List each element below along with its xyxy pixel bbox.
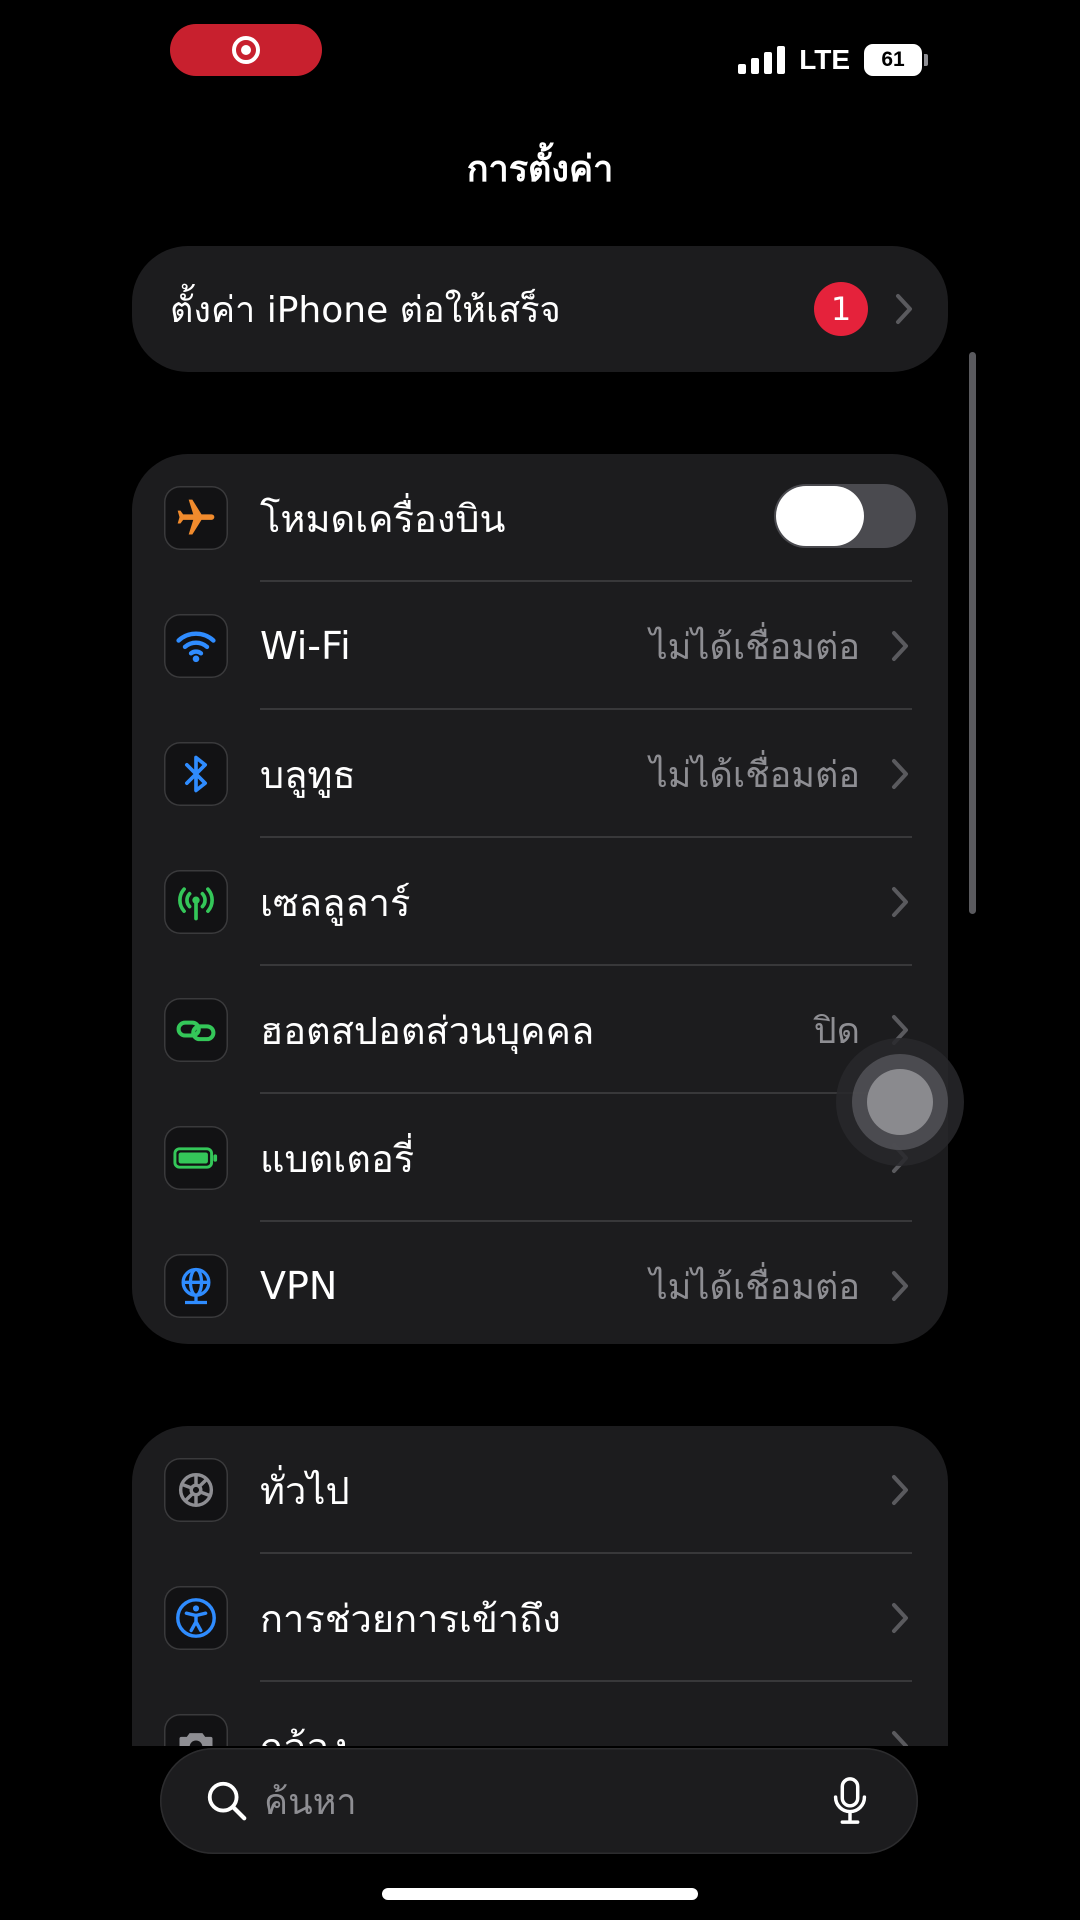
chevron-right-icon [892, 1731, 908, 1746]
connectivity-group: โหมดเครื่องบิน Wi-Fi ไม่ได้เชื่อมต่อ บลู… [132, 454, 948, 1344]
settings-row-personal-hotspot[interactable]: ฮอตสปอตส่วนบุคคล ปิด [132, 966, 948, 1094]
hotspot-label: ฮอตสปอตส่วนบุคคล [260, 1008, 595, 1053]
status-right: LTE 61 [738, 40, 928, 80]
chevron-right-icon [892, 631, 908, 661]
assistive-touch-button[interactable] [836, 1038, 964, 1166]
settings-row-battery[interactable]: แบตเตอรี่ [132, 1094, 948, 1222]
search-icon [207, 1781, 247, 1821]
settings-row-cellular[interactable]: เซลลูลาร์ [132, 838, 948, 966]
scrollbar[interactable] [969, 352, 976, 914]
vpn-status: ไม่ได้เชื่อมต่อ [649, 1266, 860, 1308]
wifi-icon [164, 614, 228, 678]
search-input[interactable]: ค้นหา [264, 1773, 357, 1830]
vpn-label: VPN [260, 1264, 338, 1308]
chevron-right-icon [892, 759, 908, 789]
settings-row-airplane-mode: โหมดเครื่องบิน [132, 454, 948, 582]
record-icon [232, 36, 260, 64]
accessibility-label: การช่วยการเข้าถึง [260, 1596, 561, 1641]
page-title: การตั้งค่า [466, 149, 614, 190]
link-icon [164, 998, 228, 1062]
chevron-right-icon [892, 1603, 908, 1633]
chevron-right-icon [892, 1475, 908, 1505]
battery-icon [164, 1126, 228, 1190]
settings-row-general[interactable]: ทั่วไป [132, 1426, 948, 1554]
battery-label: แบตเตอรี่ [260, 1136, 415, 1181]
general-label: ทั่วไป [260, 1468, 350, 1513]
airplane-mode-toggle[interactable] [774, 484, 916, 548]
assistive-touch-core [867, 1069, 933, 1135]
chevron-right-icon [892, 887, 908, 917]
camera-label: กล้อง [260, 1716, 348, 1747]
bluetooth-label: บลูทูธ [260, 752, 356, 797]
accessibility-icon [164, 1586, 228, 1650]
setup-banner[interactable]: ตั้งค่า iPhone ต่อให้เสร็จ 1 [132, 246, 948, 372]
microphone-icon[interactable] [830, 1776, 870, 1826]
search-bar[interactable]: ค้นหา [160, 1748, 918, 1854]
screen-recording-indicator[interactable] [170, 24, 322, 76]
chevron-right-icon [892, 1271, 908, 1301]
cellular-label: เซลลูลาร์ [260, 880, 411, 925]
notification-badge: 1 [814, 282, 868, 336]
airplane-icon [164, 486, 228, 550]
setup-banner-label: ตั้งค่า iPhone ต่อให้เสร็จ [170, 289, 561, 331]
settings-row-accessibility[interactable]: การช่วยการเข้าถึง [132, 1554, 948, 1682]
wifi-label: Wi-Fi [260, 624, 351, 668]
hotspot-status: ปิด [813, 1010, 860, 1052]
gear-icon [164, 1458, 228, 1522]
wifi-status: ไม่ได้เชื่อมต่อ [649, 626, 860, 668]
globe-icon [164, 1254, 228, 1318]
network-type: LTE [799, 44, 850, 75]
chevron-right-icon [896, 294, 912, 324]
battery-percent: 61 [864, 44, 922, 76]
toggle-knob [776, 486, 864, 546]
camera-icon [164, 1714, 228, 1746]
signal-strength-icon [738, 46, 786, 74]
airplane-mode-label: โหมดเครื่องบิน [260, 496, 506, 541]
bluetooth-icon [164, 742, 228, 806]
home-indicator[interactable] [382, 1888, 698, 1900]
settings-row-vpn[interactable]: VPN ไม่ได้เชื่อมต่อ [132, 1222, 948, 1344]
system-group: ทั่วไป การช่วยการเข้าถึง กล้อง [132, 1426, 948, 1746]
assistive-touch-ring [852, 1054, 948, 1150]
settings-row-camera[interactable]: กล้อง [132, 1682, 948, 1746]
settings-row-wifi[interactable]: Wi-Fi ไม่ได้เชื่อมต่อ [132, 582, 948, 710]
battery-indicator-icon: 61 [864, 44, 928, 76]
antenna-icon [164, 870, 228, 934]
bluetooth-status: ไม่ได้เชื่อมต่อ [649, 754, 860, 796]
settings-row-bluetooth[interactable]: บลูทูธ ไม่ได้เชื่อมต่อ [132, 710, 948, 838]
status-bar: LTE 61 [0, 0, 1080, 110]
